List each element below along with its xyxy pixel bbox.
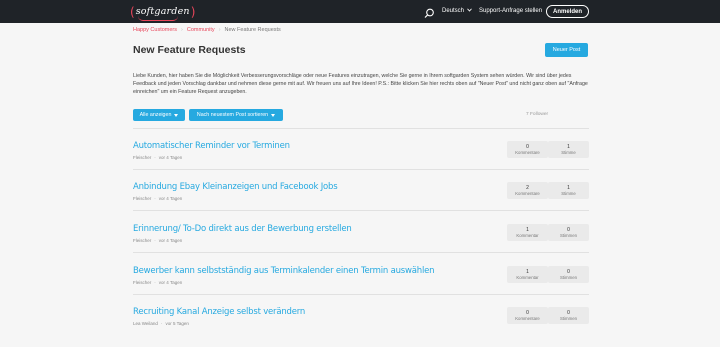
- logo-swoosh: [138, 16, 178, 21]
- post-meta: Fleischer · vor 4 Tagen: [133, 280, 182, 285]
- post-item: Automatischer Reminder vor Terminen Flei…: [133, 141, 589, 181]
- vote-label: Stimme: [561, 150, 576, 155]
- breadcrumb-happy-customers[interactable]: Happy Customers: [133, 27, 177, 33]
- vote-label: Stimmen: [560, 275, 577, 280]
- divider: [133, 294, 589, 295]
- comment-label: Kommentare: [515, 191, 540, 196]
- divider: [133, 128, 589, 129]
- vote-label: Stimmen: [560, 233, 577, 238]
- meta-separator: ·: [160, 321, 163, 326]
- vote-count: 0 Stimmen: [548, 307, 589, 324]
- comment-label: Kommentar: [516, 275, 539, 280]
- meta-separator: ·: [154, 155, 156, 160]
- meta-separator: ·: [154, 196, 156, 201]
- vote-count: 1 Stimme: [548, 182, 589, 199]
- sort-filter-button[interactable]: Nach neuestem Post sortieren: [189, 109, 283, 121]
- post-author[interactable]: Fleischer: [133, 196, 151, 201]
- vote-label: Stimme: [561, 191, 576, 196]
- vote-count: 0 Stimmen: [548, 224, 589, 241]
- meta-separator: ·: [154, 280, 156, 285]
- post-meta: Fleischer · vor 4 Tagen: [133, 155, 182, 160]
- language-label: Deutsch: [442, 8, 465, 14]
- post-author[interactable]: Fleischer: [133, 280, 151, 285]
- divider: [133, 210, 589, 211]
- show-all-filter-button[interactable]: Alle anzeigen: [133, 109, 185, 121]
- post-title-link[interactable]: Bewerber kann selbstständig aus Terminka…: [133, 266, 435, 276]
- search-icon[interactable]: [424, 6, 435, 18]
- post-title-link[interactable]: Recruiting Kanal Anzeige selbst veränder…: [133, 307, 305, 317]
- vote-count: 0 Stimmen: [548, 266, 589, 283]
- post-item: Anbindung Ebay Kleinanzeigen und Faceboo…: [133, 182, 589, 222]
- follower-count: 7 Follower: [526, 112, 549, 117]
- divider: [133, 169, 589, 170]
- chevron-down-icon: [271, 113, 276, 117]
- post-author[interactable]: Fleischer: [133, 155, 151, 160]
- post-author[interactable]: Lea Weiland: [133, 321, 158, 326]
- post-meta: Lea Weiland · vor 5 Tagen: [133, 321, 189, 326]
- post-author[interactable]: Fleischer: [133, 238, 151, 243]
- post-title-link[interactable]: Anbindung Ebay Kleinanzeigen und Faceboo…: [133, 182, 338, 192]
- post-item: Recruiting Kanal Anzeige selbst veränder…: [133, 307, 589, 347]
- intro-text: Liebe Kunden, hier haben Sie die Möglich…: [133, 73, 588, 96]
- breadcrumb-current: New Feature Requests: [224, 27, 281, 33]
- comment-label: Kommentare: [515, 150, 540, 155]
- post-age: vor 5 Tagen: [165, 321, 189, 326]
- top-navigation-bar: ( softgarden ) Deutsch Support-Anfrage s…: [0, 0, 720, 23]
- post-age: vor 4 Tagen: [158, 155, 183, 160]
- comment-count: 1 Kommentar: [507, 224, 548, 241]
- divider: [133, 252, 589, 253]
- post-title-link[interactable]: Automatischer Reminder vor Terminen: [133, 141, 290, 151]
- breadcrumb-community[interactable]: Community: [187, 27, 215, 33]
- post-meta: Fleischer · vor 4 Tagen: [133, 238, 182, 243]
- post-age: vor 4 Tagen: [158, 196, 183, 201]
- vote-count: 1 Stimme: [548, 141, 589, 158]
- logo-paren-left: (: [130, 4, 135, 19]
- post-item: Bewerber kann selbstständig aus Terminka…: [133, 266, 589, 306]
- breadcrumb-separator: ›: [181, 27, 183, 33]
- comment-label: Kommentare: [515, 316, 540, 321]
- vote-label: Stimmen: [560, 316, 577, 321]
- breadcrumb: Happy Customers › Community › New Featur…: [133, 27, 281, 33]
- comment-count: 0 Kommentare: [507, 141, 548, 158]
- show-all-label: Alle anzeigen: [139, 112, 172, 118]
- chevron-down-icon: [467, 8, 472, 14]
- comment-count: 2 Kommentare: [507, 182, 548, 199]
- post-age: vor 4 Tagen: [158, 280, 183, 285]
- comment-count: 1 Kommentar: [507, 266, 548, 283]
- comment-count: 0 Kommentare: [507, 307, 548, 324]
- new-post-button[interactable]: Neuer Post: [545, 43, 588, 57]
- comment-label: Kommentar: [516, 233, 539, 238]
- post-age: vor 4 Tagen: [158, 238, 183, 243]
- breadcrumb-separator: ›: [218, 27, 221, 33]
- sort-label: Nach neuestem Post sortieren: [196, 112, 269, 118]
- post-item: Erinnerung/ To-Do direkt aus der Bewerbu…: [133, 224, 589, 264]
- post-meta: Fleischer · vor 4 Tagen: [133, 196, 182, 201]
- page-title: New Feature Requests: [133, 44, 246, 56]
- login-button[interactable]: Anmelden: [546, 5, 589, 18]
- meta-separator: ·: [154, 238, 156, 243]
- softgarden-logo[interactable]: ( softgarden ): [130, 4, 196, 21]
- language-selector[interactable]: Deutsch: [442, 8, 472, 14]
- support-request-link[interactable]: Support-Anfrage stellen: [479, 8, 542, 14]
- logo-paren-right: ): [190, 4, 196, 19]
- chevron-down-icon: [174, 113, 179, 117]
- post-title-link[interactable]: Erinnerung/ To-Do direkt aus der Bewerbu…: [133, 224, 352, 234]
